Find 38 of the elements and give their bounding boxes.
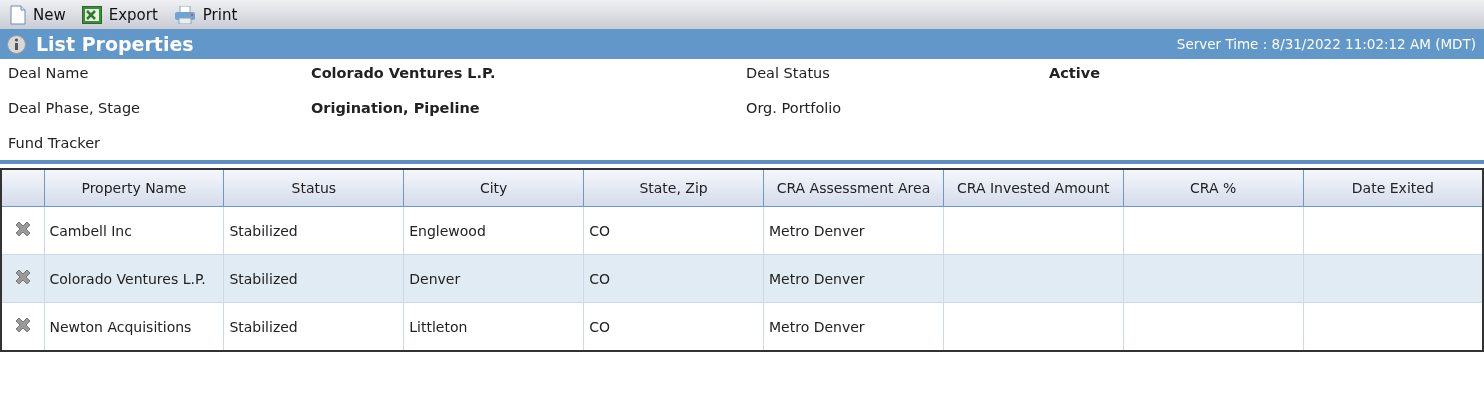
- column-header[interactable]: Status: [223, 169, 404, 207]
- delete-icon[interactable]: [13, 268, 32, 286]
- info-icon: [7, 34, 26, 54]
- column-header[interactable]: CRA Assessment Area: [763, 169, 944, 207]
- field-value: Colorado Ventures L.P.: [311, 64, 497, 82]
- delete-icon[interactable]: [13, 220, 32, 238]
- table-cell: Stabilized: [223, 206, 404, 255]
- spreadsheet-icon: [81, 5, 102, 24]
- new-button[interactable]: New: [8, 2, 68, 27]
- column-header[interactable]: CRA %: [1123, 169, 1304, 207]
- printer-icon: [173, 5, 196, 24]
- table-cell: Metro Denver: [763, 206, 944, 255]
- column-header[interactable]: Date Exited: [1303, 169, 1483, 207]
- export-button[interactable]: Export: [79, 3, 160, 26]
- document-icon: [10, 4, 26, 25]
- column-header[interactable]: State, Zip: [583, 169, 764, 207]
- column-header[interactable]: CRA Invested Amount: [943, 169, 1124, 207]
- field-label: Deal Phase, Stage: [8, 99, 142, 117]
- table-cell: Denver: [403, 254, 584, 303]
- field-label: Fund Tracker: [8, 134, 102, 152]
- table-cell: Metro Denver: [763, 254, 944, 303]
- column-header[interactable]: Property Name: [44, 169, 224, 207]
- field-value: Active: [1049, 64, 1101, 82]
- table-cell: CO: [583, 254, 764, 303]
- page-title: List Properties: [36, 33, 195, 55]
- field-label: Deal Name: [8, 64, 90, 82]
- table-cell: Englewood: [403, 206, 584, 255]
- table-cell: Cambell Inc: [44, 206, 224, 255]
- print-button[interactable]: Print: [171, 3, 240, 26]
- field-label: Org. Portfolio: [746, 99, 843, 117]
- table-cell: CO: [583, 206, 764, 255]
- field-label: Deal Status: [746, 64, 831, 82]
- field-value: Origination, Pipeline: [311, 99, 481, 117]
- table-cell: Stabilized: [223, 254, 404, 303]
- table-cell: Colorado Ventures L.P.: [44, 254, 224, 303]
- delete-icon[interactable]: [13, 316, 32, 334]
- column-header[interactable]: City: [403, 169, 584, 207]
- server-time: Server Time : 8/31/2022 11:02:12 AM (MDT): [1176, 36, 1476, 52]
